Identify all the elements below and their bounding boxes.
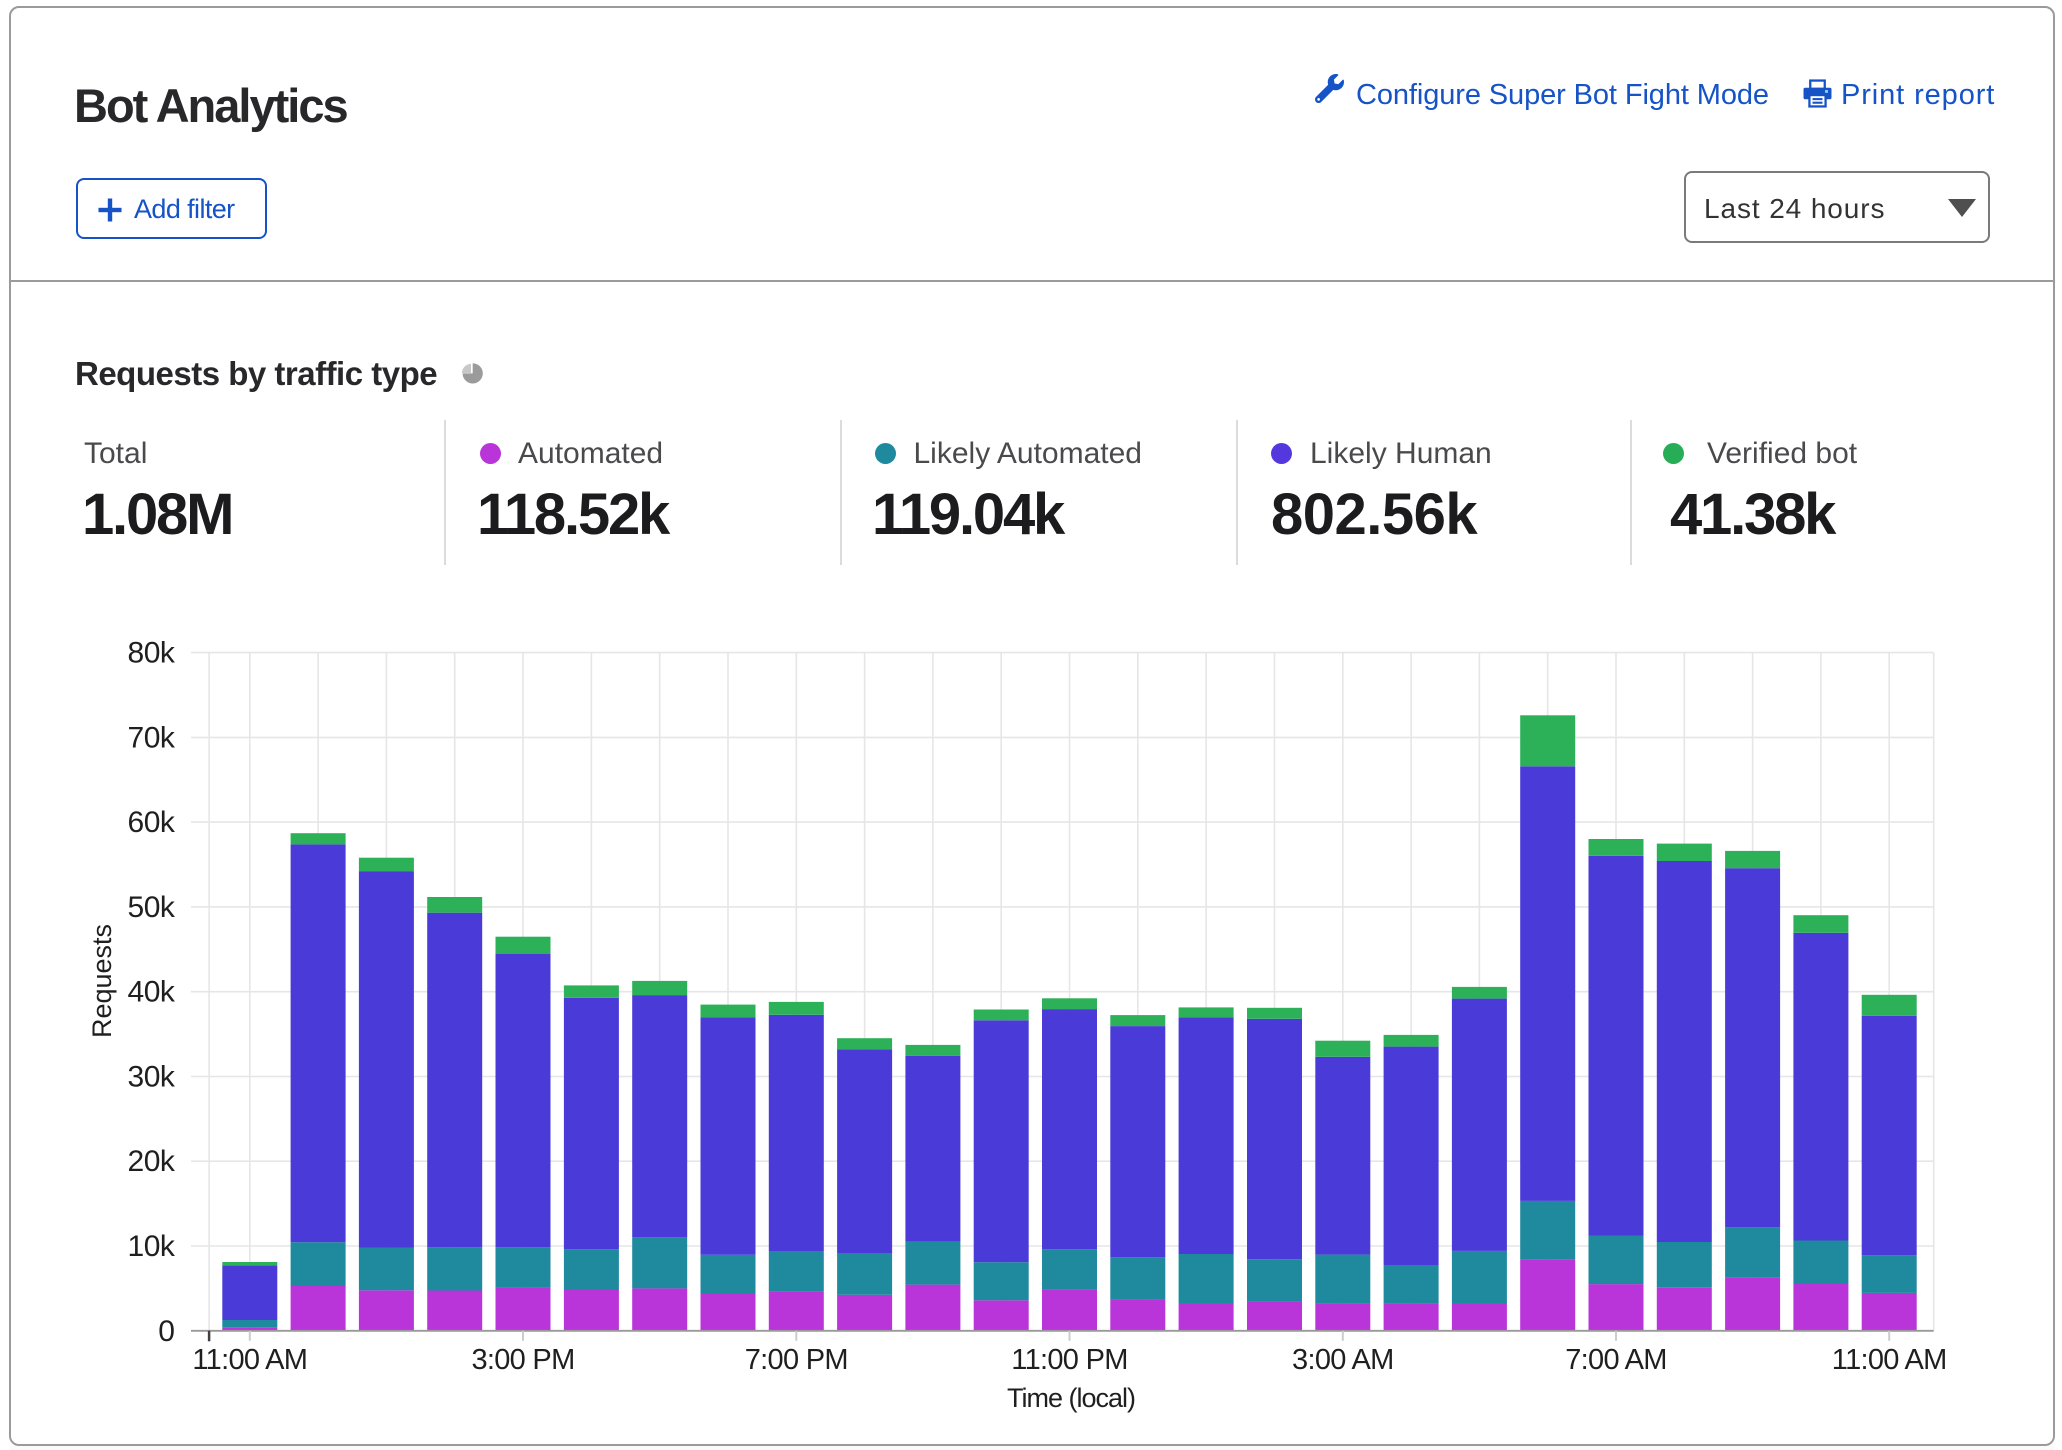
svg-text:7:00 AM: 7:00 AM: [1565, 1344, 1667, 1376]
svg-text:30k: 30k: [128, 1061, 176, 1094]
svg-text:70k: 70k: [128, 721, 176, 754]
svg-text:40k: 40k: [128, 976, 176, 1009]
svg-text:3:00 PM: 3:00 PM: [471, 1344, 574, 1376]
svg-text:50k: 50k: [128, 891, 176, 924]
svg-text:0: 0: [158, 1315, 174, 1348]
svg-text:7:00 PM: 7:00 PM: [745, 1344, 848, 1376]
svg-text:3:00 AM: 3:00 AM: [1292, 1344, 1394, 1376]
svg-text:80k: 80k: [128, 637, 176, 670]
svg-text:10k: 10k: [128, 1230, 176, 1263]
svg-text:Time (local): Time (local): [1007, 1383, 1135, 1413]
svg-text:Requests: Requests: [87, 924, 117, 1038]
svg-text:20k: 20k: [128, 1145, 176, 1178]
svg-text:11:00 AM: 11:00 AM: [192, 1344, 307, 1376]
svg-text:11:00 AM: 11:00 AM: [1832, 1344, 1947, 1376]
svg-text:60k: 60k: [128, 806, 176, 839]
svg-text:11:00 PM: 11:00 PM: [1011, 1344, 1127, 1376]
